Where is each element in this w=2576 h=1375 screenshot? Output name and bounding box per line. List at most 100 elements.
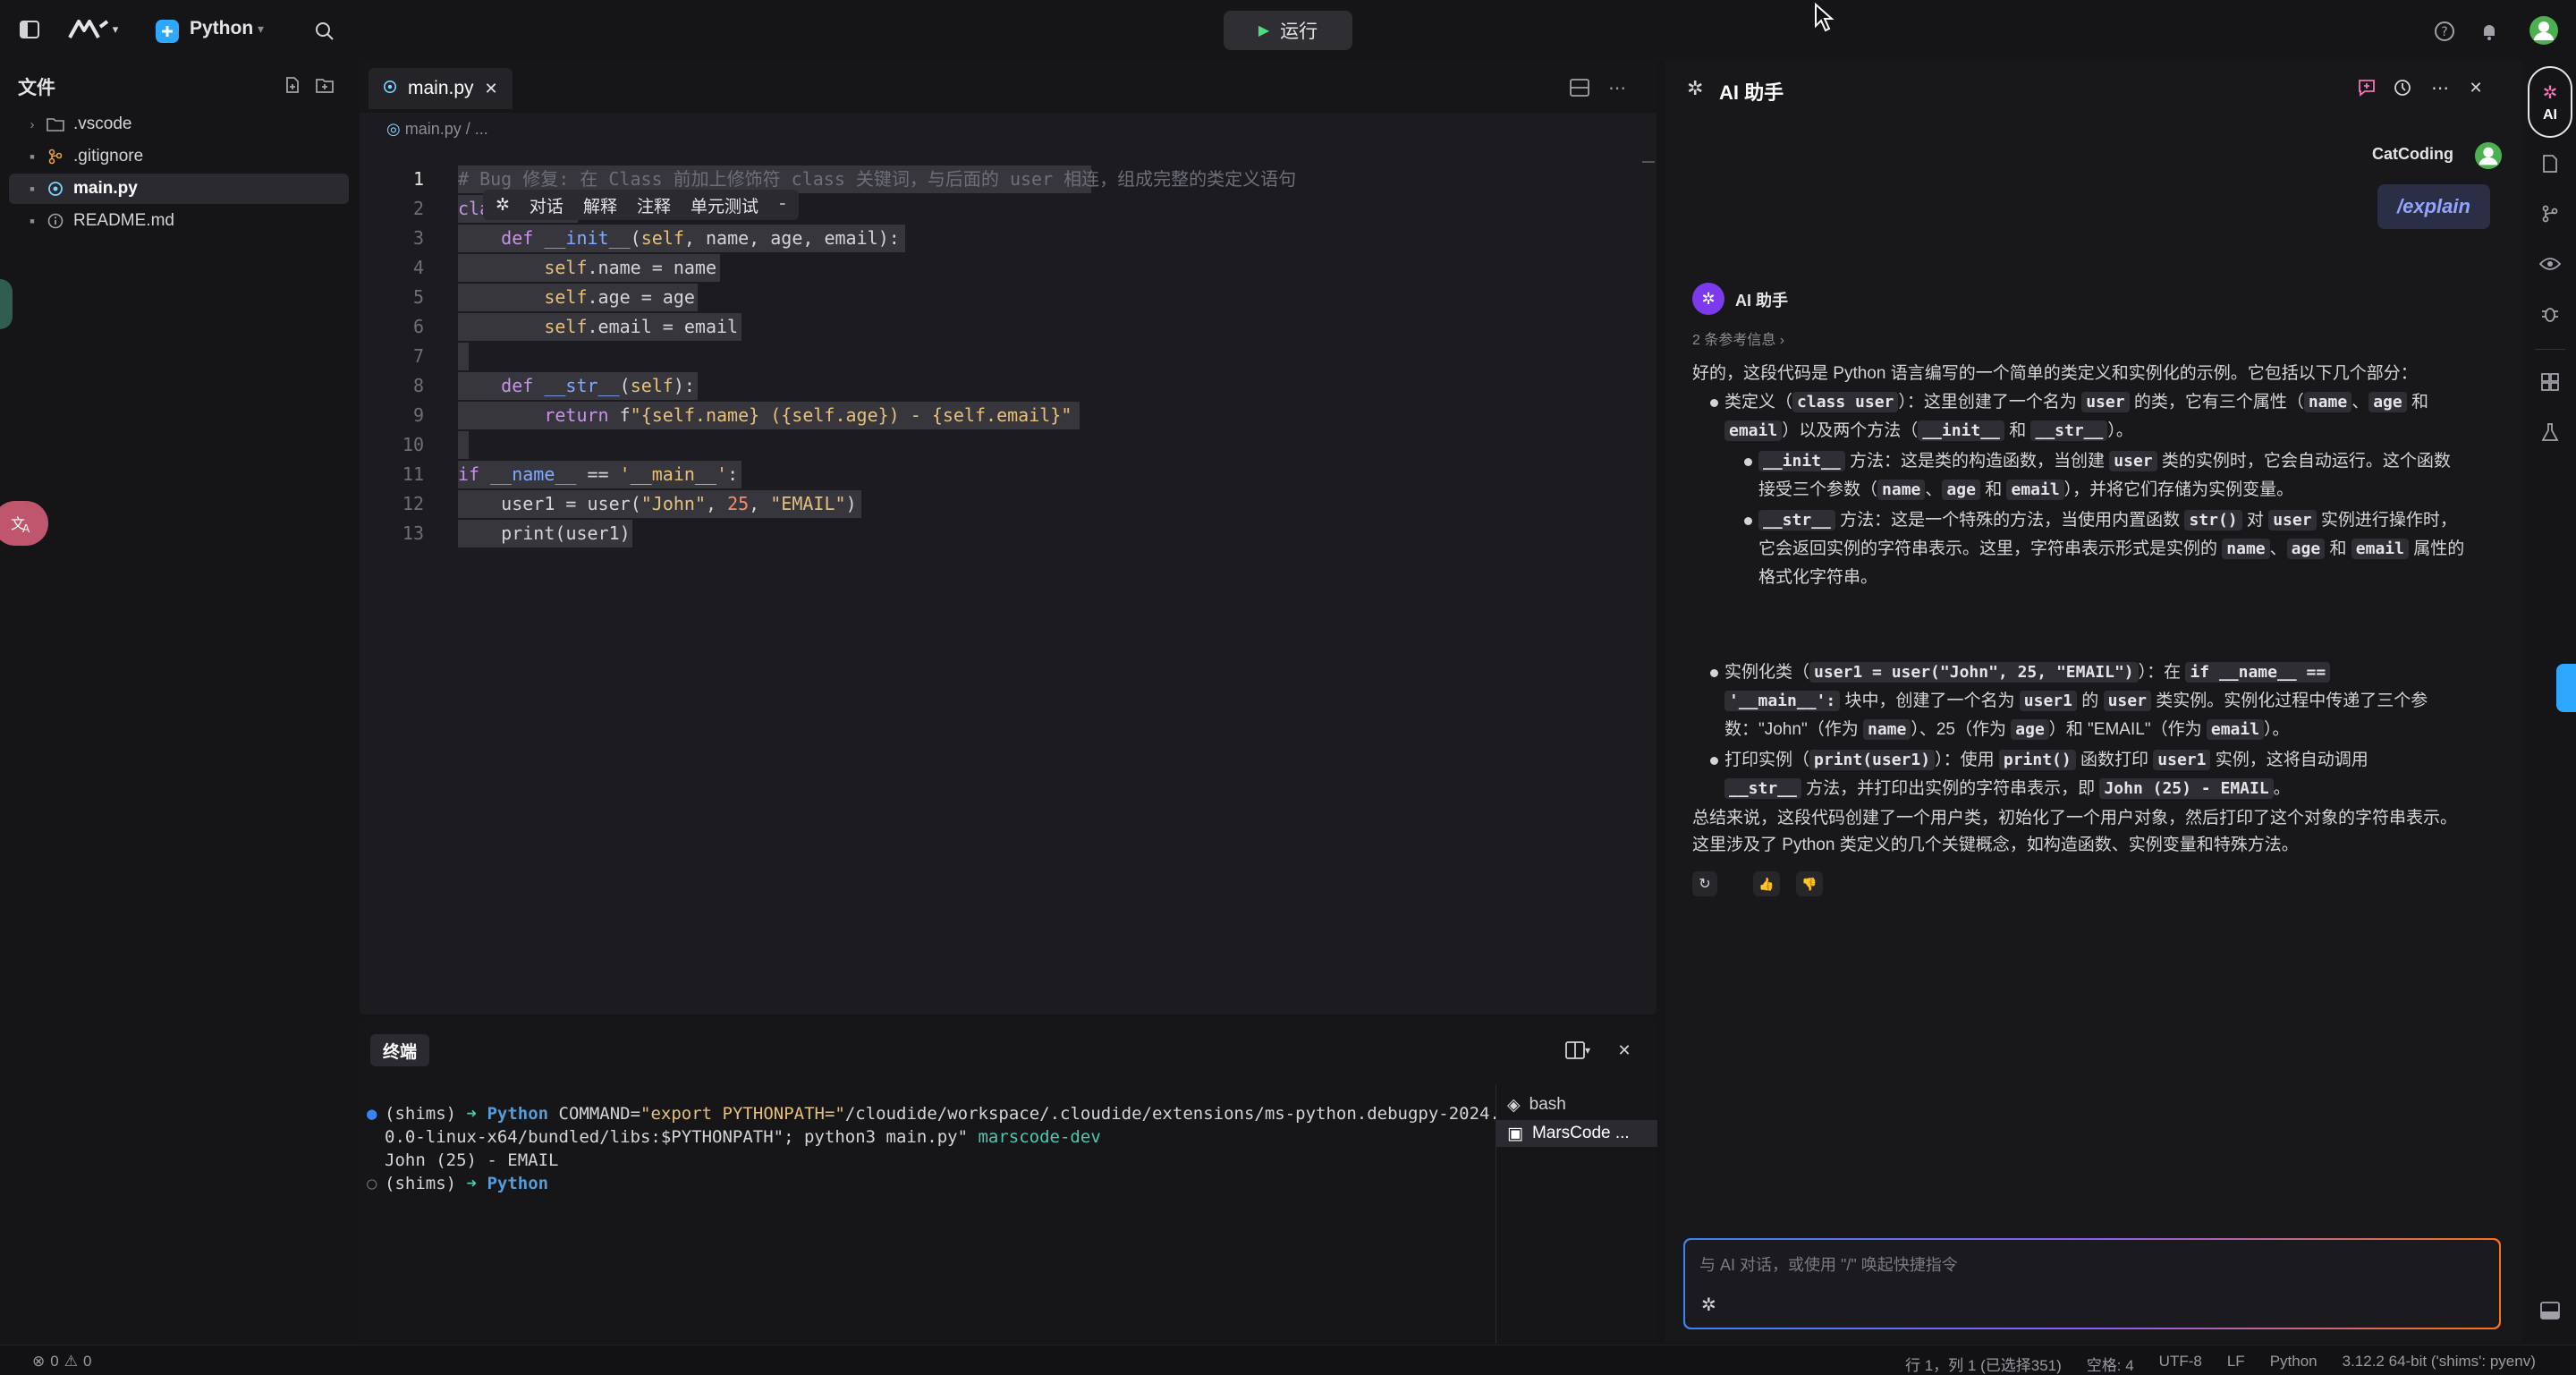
- close-icon[interactable]: ✕: [485, 80, 498, 98]
- code-line: 10: [360, 430, 1648, 460]
- bell-icon[interactable]: [2476, 18, 2503, 45]
- python-file-icon: [383, 78, 397, 99]
- side-float-tab[interactable]: [2556, 664, 2576, 712]
- testing-flask-icon[interactable]: [2533, 415, 2567, 449]
- tree-item-readme[interactable]: ■ README.md: [9, 206, 349, 236]
- ai-panel-title: AI 助手: [1719, 81, 1784, 104]
- source-control-icon[interactable]: [2533, 197, 2567, 231]
- document-icon[interactable]: [2533, 147, 2567, 181]
- panel-toggle-icon[interactable]: [2533, 1294, 2567, 1328]
- interpreter[interactable]: 3.12.2 64-bit ('shims': pyenv): [2343, 1353, 2536, 1375]
- menu-item-chat[interactable]: 对话: [530, 193, 564, 217]
- ai-input-placeholder[interactable]: 与 AI 对话，或使用 "/" 唤起快捷指令: [1699, 1252, 1958, 1276]
- ai-input-box[interactable]: 与 AI 对话，或使用 "/" 唤起快捷指令 ✲: [1683, 1238, 2501, 1329]
- bullet-icon: [1744, 517, 1752, 525]
- language-mode[interactable]: Python: [2270, 1353, 2318, 1375]
- line-number: 10: [402, 434, 424, 455]
- user-avatar-icon[interactable]: [2528, 14, 2560, 47]
- debug-bug-icon[interactable]: [2533, 297, 2567, 331]
- top-bar: ▾ Python ▾ ▶ 运行 ?: [0, 0, 2576, 61]
- answer-sub-bullet: __str__ 方法：这是一个特殊的方法，当使用内置函数 str() 对 use…: [1758, 510, 2465, 587]
- more-icon[interactable]: ⋯: [1605, 75, 1630, 100]
- indentation[interactable]: 空格: 4: [2087, 1353, 2134, 1375]
- terminal-session-bash[interactable]: ◈ bash: [1496, 1091, 1657, 1118]
- preview-eye-icon[interactable]: [2533, 247, 2567, 281]
- code-line: 7: [360, 342, 1648, 371]
- menu-more-icon[interactable]: ⁃: [778, 195, 787, 216]
- toggle-sidebar-icon[interactable]: [16, 16, 43, 43]
- tab-label: main.py: [408, 78, 474, 98]
- code-line: 8 def __str__(self):: [360, 371, 1648, 401]
- line-number: 2: [412, 198, 424, 219]
- more-icon[interactable]: ⋯: [2428, 75, 2453, 100]
- line-ending[interactable]: LF: [2227, 1353, 2245, 1375]
- tree-item-vscode[interactable]: › .vscode: [9, 109, 349, 140]
- translate-icon[interactable]: 文A: [0, 501, 48, 546]
- regenerate-icon[interactable]: ↻: [1692, 871, 1717, 896]
- new-file-icon[interactable]: [281, 73, 304, 97]
- help-icon[interactable]: ?: [2431, 18, 2458, 45]
- line-number: 7: [412, 345, 424, 367]
- thumbs-down-icon[interactable]: 👎: [1796, 871, 1823, 896]
- breadcrumb: ◎ main.py / ...: [386, 120, 488, 139]
- new-chat-icon[interactable]: [2354, 75, 2379, 100]
- line-number: 6: [412, 316, 424, 337]
- run-button[interactable]: ▶ 运行: [1224, 11, 1352, 50]
- new-folder-icon[interactable]: [313, 73, 336, 97]
- code-line: 5 self.age = age: [360, 283, 1648, 312]
- status-right: 行 1，列 1 (已选择351) 空格: 4 UTF-8 LF Python 3…: [1905, 1353, 2536, 1375]
- code-editor: main.py ✕ ⋯ ◎ main.py / ... 1 # Bug 修复: 在…: [360, 61, 1657, 1014]
- problems-indicator[interactable]: ⊗ 0 ⚠ 0: [32, 1353, 91, 1371]
- tab-terminal[interactable]: 终端: [370, 1034, 430, 1066]
- menu-item-comment[interactable]: 注释: [637, 193, 671, 217]
- terminal-layout-icon[interactable]: ▾: [1560, 1038, 1596, 1063]
- menu-item-unit-test[interactable]: 单元测试: [691, 193, 758, 217]
- project-name[interactable]: Python: [190, 18, 253, 39]
- terminal-session-list: ◈ bash ▣ MarsCode ...: [1496, 1084, 1657, 1344]
- close-terminal-icon[interactable]: ✕: [1612, 1038, 1637, 1063]
- references-link[interactable]: 2 条参考信息 ›: [1692, 327, 1784, 349]
- extensions-icon[interactable]: [2533, 365, 2567, 399]
- thumbs-up-icon[interactable]: 👍: [1753, 871, 1780, 896]
- code-line: 3 def __init__(self, name, age, email):: [360, 224, 1648, 253]
- code-text: if __name__ == '__main__':: [458, 463, 739, 485]
- svg-text:?: ?: [2441, 25, 2447, 39]
- line-number: 3: [412, 227, 424, 249]
- encoding[interactable]: UTF-8: [2159, 1353, 2202, 1375]
- code-line: 6 self.email = email: [360, 312, 1648, 342]
- line-number: 8: [412, 375, 424, 396]
- menu-item-explain[interactable]: 解释: [583, 193, 617, 217]
- bullet-icon: [1710, 669, 1718, 677]
- code-text: self.age = age: [544, 286, 695, 308]
- history-icon[interactable]: [2390, 75, 2415, 100]
- ai-sparkle-icon: ✲: [496, 195, 510, 215]
- close-panel-icon[interactable]: ✕: [2463, 75, 2488, 100]
- app-logo-icon[interactable]: ▾: [61, 14, 125, 45]
- assistant-name: AI 助手: [1735, 292, 1789, 310]
- ai-sparkle-icon[interactable]: ✲: [1701, 1294, 1716, 1316]
- cursor-position[interactable]: 行 1，列 1 (已选择351): [1905, 1353, 2062, 1375]
- chevron-down-icon[interactable]: ▾: [258, 21, 264, 37]
- split-editor-icon[interactable]: [1567, 75, 1592, 100]
- search-icon[interactable]: [311, 18, 338, 45]
- git-icon: [47, 148, 64, 166]
- tree-item-gitignore[interactable]: ■ .gitignore: [9, 141, 349, 172]
- line-number: 1: [412, 168, 424, 190]
- terminal-icon: ▣: [1507, 1124, 1523, 1143]
- terminal-panel: 终端 ▾ ✕ ● (shims) ➜ Python COMMAND="export…: [360, 1022, 1657, 1344]
- python-icon: [154, 18, 181, 45]
- tab-main-py[interactable]: main.py ✕: [369, 68, 513, 109]
- terminal-session-marscode[interactable]: ▣ MarsCode ...: [1496, 1120, 1657, 1147]
- chevron-right-icon: ›: [30, 116, 35, 132]
- floating-handle[interactable]: [0, 279, 13, 329]
- dot-icon: ■: [30, 216, 35, 225]
- editor-tab-bar: main.py ✕ ⋯: [360, 61, 1657, 113]
- code-line: 4 self.name = name: [360, 253, 1648, 283]
- ai-assistant-panel: ✲ AI 助手 ⋯ ✕ CatCoding /explain ✲ AI 助手 2…: [1665, 61, 2522, 1342]
- dot-icon: ■: [30, 152, 35, 161]
- ai-activity-button[interactable]: ✲ AI: [2528, 66, 2572, 138]
- tree-item-main-py[interactable]: ■ main.py: [9, 174, 349, 204]
- terminal-prompt[interactable]: ○ (shims) ➜ Python: [367, 1172, 548, 1195]
- code-area[interactable]: 1 # Bug 修复: 在 Class 前加上修饰符 class 关键词，与后面的…: [360, 165, 1657, 791]
- code-text: def __str__(self):: [501, 375, 695, 396]
